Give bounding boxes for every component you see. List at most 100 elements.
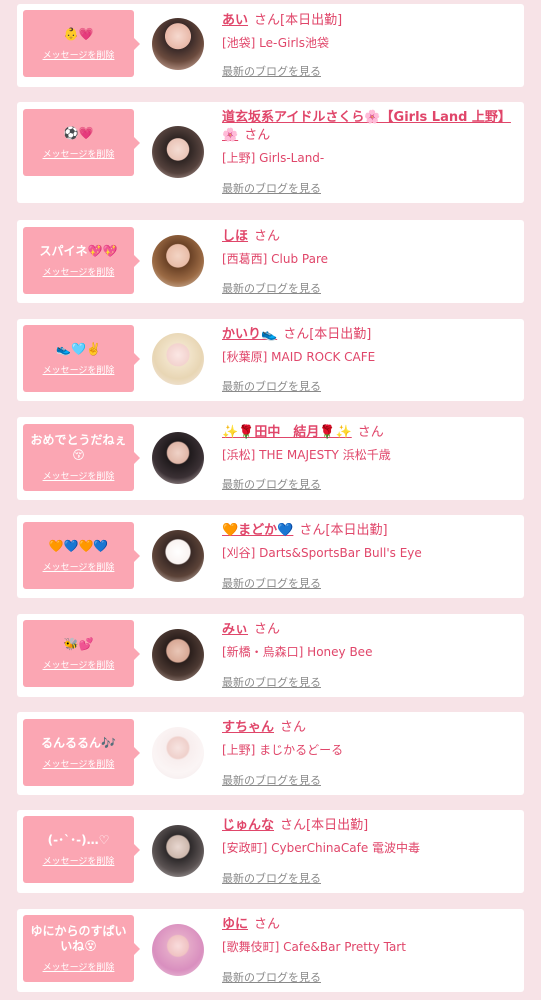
- message-card: 👶💗 メッセージを削除 あい さん[本日出勤] [池袋] Le-Girls池袋 最…: [17, 4, 524, 87]
- status-label: [本日出勤]: [325, 523, 388, 538]
- avatar[interactable]: [152, 235, 204, 287]
- status-label: [本日出勤]: [306, 818, 369, 833]
- message-card: 🐝💕 メッセージを削除 みぃ さん [新橋・烏森口] Honey Bee 最新のブ…: [17, 614, 524, 697]
- shop-label: [安政町] CyberChinaCafe 電波中毒: [222, 841, 421, 855]
- name-line: 🧡まどか💙 さん[本日出勤]: [222, 522, 514, 540]
- latest-blog-link[interactable]: 最新のブログを見る: [222, 575, 321, 591]
- user-info: みぃ さん [新橋・烏森口] Honey Bee 最新のブログを見る: [222, 621, 514, 693]
- shop-label: [上野] まじかるどーる: [222, 743, 344, 757]
- message-bubble: 👶💗 メッセージを削除: [23, 10, 140, 77]
- user-name-link[interactable]: 🧡まどか💙: [222, 523, 293, 538]
- delete-message-link[interactable]: メッセージを削除: [43, 658, 115, 671]
- user-info: 道玄坂系アイドルさくら🌸【Girls Land 上野】🌸 さん [上野] Girl…: [222, 109, 514, 199]
- message-card: ゆにからのすぱいいね😵 メッセージを削除 ゆに さん [歌舞伎町] Cafe&Ba…: [17, 909, 524, 992]
- avatar[interactable]: [152, 432, 204, 484]
- shop-label: [浜松] THE MAJESTY 浜松千歳: [222, 448, 391, 462]
- user-name-link[interactable]: じゅんな: [222, 818, 274, 833]
- user-info: 🧡まどか💙 さん[本日出勤] [刈谷] Darts&SportsBar Bull'…: [222, 522, 514, 594]
- name-line: 道玄坂系アイドルさくら🌸【Girls Land 上野】🌸 さん: [222, 109, 514, 145]
- name-line: ✨🌹田中 結月🌹✨ さん: [222, 424, 514, 442]
- user-name-link[interactable]: あい: [222, 13, 248, 28]
- delete-message-link[interactable]: メッセージを削除: [43, 757, 115, 770]
- san-suffix: さん: [299, 523, 326, 538]
- delete-message-link[interactable]: メッセージを削除: [43, 854, 115, 867]
- user-name-link[interactable]: かいり👟: [222, 327, 277, 342]
- message-bubble: 👟🩵✌️ メッセージを削除: [23, 325, 140, 392]
- message-text: (-･`･-)…♡: [47, 832, 110, 847]
- latest-blog-link[interactable]: 最新のブログを見る: [222, 63, 321, 79]
- san-suffix: さん: [280, 818, 307, 833]
- name-line: みぃ さん: [222, 621, 514, 639]
- shop-label: [西葛西] Club Pare: [222, 252, 329, 266]
- message-bubble: (-･`･-)…♡ メッセージを削除: [23, 816, 140, 883]
- delete-message-link[interactable]: メッセージを削除: [43, 469, 115, 482]
- san-suffix: さん: [283, 327, 310, 342]
- message-bubble: 🧡💙🧡💙 メッセージを削除: [23, 522, 140, 589]
- message-bubble: ゆにからのすぱいいね😵 メッセージを削除: [23, 915, 140, 982]
- name-line: じゅんな さん[本日出勤]: [222, 817, 514, 835]
- message-bubble: スパイネ💖💖 メッセージを削除: [23, 227, 140, 294]
- user-info: すちゃん さん [上野] まじかるどーる 最新のブログを見る: [222, 719, 514, 791]
- message-bubble: ⚽💗 メッセージを削除: [23, 109, 140, 176]
- latest-blog-link[interactable]: 最新のブログを見る: [222, 674, 321, 690]
- shop-label: [歌舞伎町] Cafe&Bar Pretty Tart: [222, 940, 406, 954]
- san-suffix: さん: [357, 425, 384, 440]
- message-card: スパイネ💖💖 メッセージを削除 しほ さん [西葛西] Club Pare 最新の…: [17, 220, 524, 303]
- message-card: おめでとうだねぇ😚 メッセージを削除 ✨🌹田中 結月🌹✨ さん [浜松] THE …: [17, 417, 524, 500]
- avatar[interactable]: [152, 333, 204, 385]
- user-info: ✨🌹田中 結月🌹✨ さん [浜松] THE MAJESTY 浜松千歳 最新のブログ…: [222, 424, 514, 496]
- user-info: しほ さん [西葛西] Club Pare 最新のブログを見る: [222, 228, 514, 300]
- user-name-link[interactable]: ゆに: [222, 917, 248, 932]
- san-suffix: さん: [280, 720, 307, 735]
- shop-label: [新橋・烏森口] Honey Bee: [222, 645, 373, 659]
- message-text: 🐝💕: [63, 636, 94, 651]
- user-info: じゅんな さん[本日出勤] [安政町] CyberChinaCafe 電波中毒 最…: [222, 817, 514, 889]
- delete-message-link[interactable]: メッセージを削除: [43, 363, 115, 376]
- latest-blog-link[interactable]: 最新のブログを見る: [222, 870, 321, 886]
- user-name-link[interactable]: すちゃん: [222, 720, 274, 735]
- latest-blog-link[interactable]: 最新のブログを見る: [222, 280, 321, 296]
- avatar[interactable]: [152, 126, 204, 178]
- name-line: ゆに さん: [222, 916, 514, 934]
- message-card: ⚽💗 メッセージを削除 道玄坂系アイドルさくら🌸【Girls Land 上野】🌸…: [17, 102, 524, 203]
- name-line: しほ さん: [222, 228, 514, 246]
- message-card: (-･`･-)…♡ メッセージを削除 じゅんな さん[本日出勤] [安政町] Cy…: [17, 810, 524, 893]
- user-info: かいり👟 さん[本日出勤] [秋葉原] MAID ROCK CAFE 最新のブログ…: [222, 326, 514, 398]
- shop-label: [刈谷] Darts&SportsBar Bull's Eye: [222, 546, 422, 560]
- delete-message-link[interactable]: メッセージを削除: [43, 560, 115, 573]
- message-card: 🧡💙🧡💙 メッセージを削除 🧡まどか💙 さん[本日出勤] [刈谷] Darts&S…: [17, 515, 524, 598]
- delete-message-link[interactable]: メッセージを削除: [43, 265, 115, 278]
- san-suffix: さん: [254, 229, 281, 244]
- delete-message-link[interactable]: メッセージを削除: [43, 48, 115, 61]
- avatar[interactable]: [152, 530, 204, 582]
- delete-message-link[interactable]: メッセージを削除: [43, 147, 115, 160]
- user-name-link[interactable]: みぃ: [222, 622, 248, 637]
- status-label: [本日出勤]: [309, 327, 372, 342]
- latest-blog-link[interactable]: 最新のブログを見る: [222, 378, 321, 394]
- status-label: [本日出勤]: [280, 13, 343, 28]
- latest-blog-link[interactable]: 最新のブログを見る: [222, 180, 321, 196]
- latest-blog-link[interactable]: 最新のブログを見る: [222, 772, 321, 788]
- san-suffix: さん: [254, 917, 281, 932]
- user-name-link[interactable]: しほ: [222, 229, 248, 244]
- avatar[interactable]: [152, 18, 204, 70]
- latest-blog-link[interactable]: 最新のブログを見る: [222, 476, 321, 492]
- delete-message-link[interactable]: メッセージを削除: [43, 960, 115, 973]
- message-text: 👶💗: [63, 26, 94, 41]
- avatar[interactable]: [152, 727, 204, 779]
- message-text: ⚽💗: [63, 125, 94, 140]
- message-card: 👟🩵✌️ メッセージを削除 かいり👟 さん[本日出勤] [秋葉原] MAID RO…: [17, 319, 524, 401]
- san-suffix: さん: [254, 622, 281, 637]
- message-text: 🧡💙🧡💙: [48, 538, 109, 553]
- latest-blog-link[interactable]: 最新のブログを見る: [222, 969, 321, 985]
- user-info: あい さん[本日出勤] [池袋] Le-Girls池袋 最新のブログを見る: [222, 12, 514, 84]
- message-text: スパイネ💖💖: [39, 243, 118, 258]
- user-info: ゆに さん [歌舞伎町] Cafe&Bar Pretty Tart 最新のブログを…: [222, 916, 514, 988]
- message-card: るんるるん🎶 メッセージを削除 すちゃん さん [上野] まじかるどーる 最新のブ…: [17, 712, 524, 795]
- user-name-link[interactable]: ✨🌹田中 結月🌹✨: [222, 425, 352, 440]
- avatar[interactable]: [152, 825, 204, 877]
- message-text: ゆにからのすぱいいね😵: [30, 924, 127, 953]
- avatar[interactable]: [152, 629, 204, 681]
- san-suffix: さん: [244, 128, 271, 143]
- avatar[interactable]: [152, 924, 204, 976]
